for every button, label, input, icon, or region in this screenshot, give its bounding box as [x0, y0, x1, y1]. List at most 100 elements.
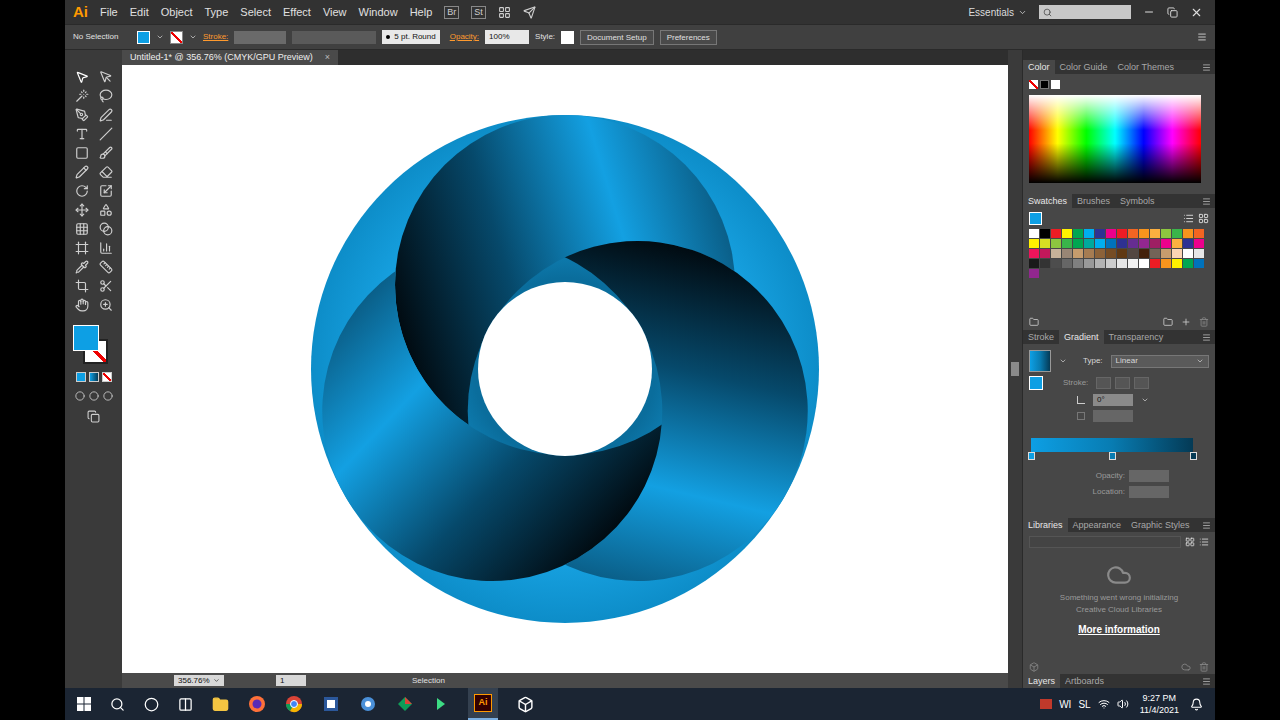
- stroke-gradient-swatch[interactable]: [1029, 376, 1043, 390]
- swatch[interactable]: [1183, 239, 1193, 248]
- windows-start-icon[interactable]: [77, 697, 91, 711]
- swatch[interactable]: [1084, 259, 1094, 268]
- notification-icon[interactable]: [1190, 698, 1203, 711]
- swatch[interactable]: [1084, 239, 1094, 248]
- gradient-stop[interactable]: [1109, 452, 1116, 460]
- tool-icon[interactable]: [75, 108, 89, 122]
- tool-icon[interactable]: [75, 222, 89, 236]
- swatch[interactable]: [1128, 249, 1138, 258]
- swatch[interactable]: [1172, 229, 1182, 238]
- color-mode-icon[interactable]: [76, 372, 86, 382]
- panel-tab[interactable]: Graphic Styles: [1126, 518, 1195, 532]
- swatch[interactable]: [1161, 239, 1171, 248]
- swatch-library-icon[interactable]: [1029, 317, 1039, 327]
- panel-menu-icon[interactable]: [1202, 333, 1211, 342]
- tray-label[interactable]: WI: [1059, 697, 1071, 712]
- swatch[interactable]: [1062, 259, 1072, 268]
- swatch[interactable]: [1150, 259, 1160, 268]
- swatch[interactable]: [1040, 239, 1050, 248]
- swatch[interactable]: [1106, 239, 1116, 248]
- tool-icon[interactable]: [99, 146, 113, 160]
- fill-stroke-widget[interactable]: [73, 325, 115, 367]
- grid-icon[interactable]: [1185, 537, 1195, 547]
- swatch[interactable]: [1095, 259, 1105, 268]
- swatch[interactable]: [1172, 239, 1182, 248]
- stroke-weight-field[interactable]: [234, 31, 286, 44]
- tray-label[interactable]: SL: [1078, 697, 1090, 712]
- swatch[interactable]: [1150, 229, 1160, 238]
- menu-item[interactable]: Edit: [130, 4, 149, 21]
- tool-icon[interactable]: [99, 203, 113, 217]
- swatch[interactable]: [1062, 229, 1072, 238]
- search-field[interactable]: [1039, 5, 1131, 19]
- more-information-link[interactable]: More information: [1078, 622, 1160, 637]
- swatch[interactable]: [1051, 239, 1061, 248]
- network-icon[interactable]: [1098, 698, 1110, 710]
- swatch[interactable]: [1029, 239, 1039, 248]
- swatch[interactable]: [1051, 249, 1061, 258]
- panel-tab[interactable]: Brushes: [1072, 194, 1115, 208]
- panel-tab[interactable]: Color Guide: [1055, 60, 1113, 74]
- tool-icon[interactable]: [75, 298, 89, 312]
- tool-icon[interactable]: [99, 298, 113, 312]
- fill-swatch[interactable]: [137, 31, 150, 44]
- swatch[interactable]: [1139, 239, 1149, 248]
- swatch[interactable]: [1095, 249, 1105, 258]
- swirl-artwork[interactable]: [305, 109, 825, 629]
- none-mode-icon[interactable]: [102, 372, 112, 382]
- opacity-label[interactable]: Opacity:: [450, 31, 479, 43]
- menu-item[interactable]: View: [323, 4, 347, 21]
- swatch[interactable]: [1040, 229, 1050, 238]
- panel-tab[interactable]: Artboards: [1060, 674, 1109, 688]
- style-swatch[interactable]: [561, 31, 574, 44]
- new-group-icon[interactable]: [1163, 317, 1173, 327]
- tool-icon[interactable]: [75, 127, 89, 141]
- draw-inside-icon[interactable]: [103, 391, 113, 401]
- swatch[interactable]: [1095, 229, 1105, 238]
- swatch[interactable]: [1073, 249, 1083, 258]
- swatch[interactable]: [1073, 259, 1083, 268]
- swatch[interactable]: [1073, 229, 1083, 238]
- tool-icon[interactable]: [75, 279, 89, 293]
- black-swatch[interactable]: [1040, 80, 1049, 89]
- panel-tab[interactable]: Symbols: [1115, 194, 1160, 208]
- tool-icon[interactable]: [99, 89, 113, 103]
- swatch[interactable]: [1194, 259, 1204, 268]
- library-select[interactable]: [1029, 536, 1181, 548]
- swatch[interactable]: [1095, 239, 1105, 248]
- swatch[interactable]: [1194, 249, 1204, 258]
- zoom-field[interactable]: 356.76%: [174, 675, 224, 686]
- menu-item[interactable]: Help: [410, 4, 433, 21]
- swatch[interactable]: [1150, 249, 1160, 258]
- cortana-icon[interactable]: [144, 697, 159, 712]
- swatch[interactable]: [1029, 269, 1039, 278]
- minimize-icon[interactable]: [1143, 6, 1155, 18]
- add-content-icon[interactable]: [1029, 662, 1039, 672]
- angle-field[interactable]: 0°: [1093, 394, 1133, 406]
- white-swatch[interactable]: [1051, 80, 1060, 89]
- tool-icon[interactable]: [75, 184, 89, 198]
- tool-icon[interactable]: [99, 127, 113, 141]
- delete-swatch-icon[interactable]: [1199, 317, 1209, 327]
- swatch[interactable]: [1139, 259, 1149, 268]
- brush-field[interactable]: 5 pt. Round: [382, 30, 439, 44]
- swatch[interactable]: [1117, 229, 1127, 238]
- variable-width-field[interactable]: [292, 31, 376, 44]
- bridge-button[interactable]: Br: [444, 6, 459, 19]
- media-app-icon[interactable]: [359, 695, 377, 713]
- swatch[interactable]: [1183, 229, 1193, 238]
- swatch[interactable]: [1117, 239, 1127, 248]
- swatch[interactable]: [1194, 239, 1204, 248]
- menu-item[interactable]: Object: [161, 4, 193, 21]
- volume-icon[interactable]: [1117, 698, 1129, 710]
- tool-icon[interactable]: [75, 165, 89, 179]
- tool-icon[interactable]: [75, 241, 89, 255]
- swatch[interactable]: [1183, 249, 1193, 258]
- firefox-icon[interactable]: [248, 695, 266, 713]
- tool-icon[interactable]: [75, 89, 89, 103]
- grid-view-icon[interactable]: [1198, 213, 1209, 224]
- panel-menu-icon[interactable]: [1202, 677, 1211, 686]
- gradient-stop[interactable]: [1190, 452, 1197, 460]
- none-swatch[interactable]: [1029, 80, 1038, 89]
- swatch[interactable]: [1161, 229, 1171, 238]
